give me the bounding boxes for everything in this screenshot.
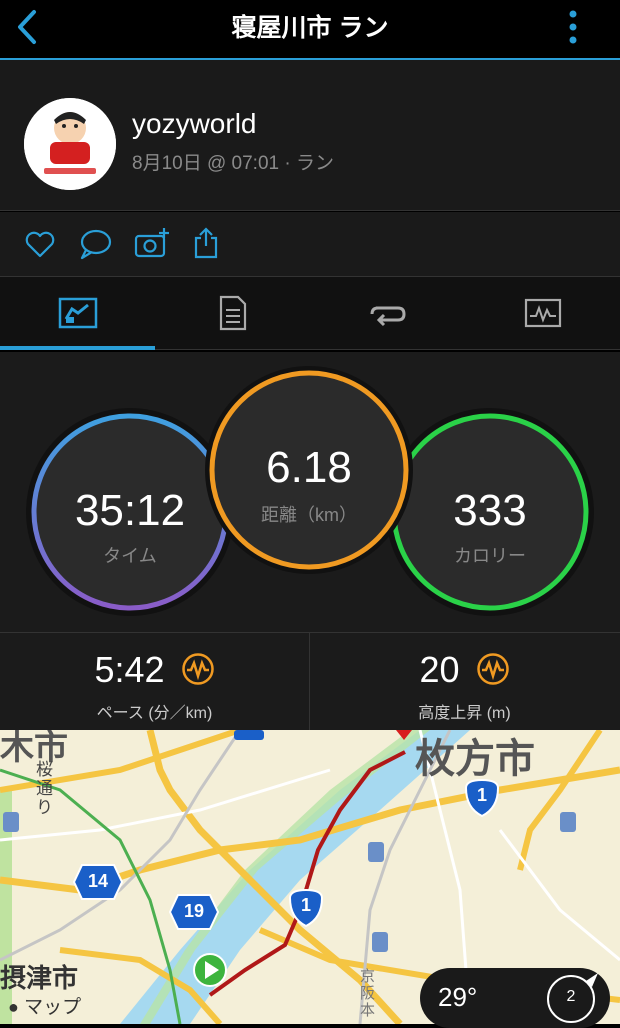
distance-stat[interactable]: 6.18 距離（km） — [212, 373, 406, 567]
route-badge-label: 1 — [476, 785, 487, 805]
add-photo-icon[interactable] — [134, 226, 170, 260]
map-label-partial-city: 木市 — [0, 730, 68, 767]
tab-stats[interactable] — [155, 277, 310, 349]
username[interactable]: yozyworld — [132, 108, 256, 140]
apple-maps-attribution[interactable]: ● マップ — [8, 992, 81, 1019]
metrics-row: 5:42 ペース (分／km) 20 高度上昇 (m) — [0, 632, 620, 731]
elevation-metric[interactable]: 20 高度上昇 (m) — [310, 633, 619, 731]
map-label-hirakata: 枚方市 — [415, 737, 535, 781]
stats-list-icon — [219, 295, 246, 331]
activity-meta: 8月10日 @ 07:01 · ラン — [132, 153, 334, 174]
apple-logo-icon: ● — [8, 997, 19, 1017]
route-badge-label: 14 — [87, 871, 109, 891]
map-label-keihan: 京阪本 — [360, 968, 376, 1019]
map-label-sakura-dori: 桜通り — [36, 760, 53, 817]
temperature: 29° — [438, 982, 478, 1012]
charts-icon — [524, 298, 561, 328]
route-badge-label: 1 — [300, 895, 311, 915]
avatar[interactable] — [24, 98, 116, 190]
pace-metric[interactable]: 5:42 ペース (分／km) — [0, 633, 310, 731]
active-tab-indicator — [0, 346, 155, 350]
stats-panel: 35:12 タイム 333 カロリー 6.18 距離（km） — [0, 352, 620, 632]
pace-value: 5:42 — [94, 649, 165, 690]
time-value: 35:12 — [74, 486, 186, 535]
calories-stat[interactable]: 333 カロリー — [394, 416, 586, 608]
share-icon[interactable] — [192, 226, 220, 260]
pace-chart-icon — [181, 653, 214, 685]
route-badge-label: 19 — [183, 901, 205, 921]
app-header: 寝屋川市 ラン — [0, 0, 620, 60]
wind-speed: 2 — [566, 988, 576, 1005]
pace-label: ペース (分／km) — [96, 705, 213, 722]
distance-value: 6.18 — [266, 443, 352, 492]
overview-icon — [58, 297, 97, 329]
apple-maps-label: マップ — [24, 997, 82, 1018]
avatar-image — [24, 98, 116, 190]
elevation-label: 高度上昇 (m) — [418, 705, 511, 722]
page-title: 寝屋川市 ラン — [231, 14, 389, 42]
tab-overview[interactable] — [0, 277, 155, 349]
tab-laps[interactable] — [310, 277, 465, 349]
elevation-value: 20 — [419, 649, 460, 690]
calories-label: カロリー — [454, 546, 526, 566]
tab-charts[interactable] — [465, 277, 620, 349]
calories-value: 333 — [453, 486, 527, 535]
comment-icon[interactable] — [78, 228, 112, 260]
like-icon[interactable] — [24, 228, 56, 260]
action-bar — [0, 212, 620, 277]
tab-bar — [0, 277, 620, 350]
laps-icon — [370, 306, 406, 327]
time-label: タイム — [103, 546, 157, 566]
time-stat[interactable]: 35:12 タイム — [34, 416, 226, 608]
more-options-icon[interactable] — [560, 6, 586, 46]
elevation-chart-icon — [476, 653, 509, 685]
map-label-settsu: 摂津市 — [0, 963, 79, 993]
activity-profile: yozyworld 8月10日 @ 07:01 · ラン — [0, 60, 620, 211]
distance-label: 距離（km） — [261, 505, 357, 525]
weather-overlay[interactable]: 29° 2 — [420, 968, 610, 1028]
